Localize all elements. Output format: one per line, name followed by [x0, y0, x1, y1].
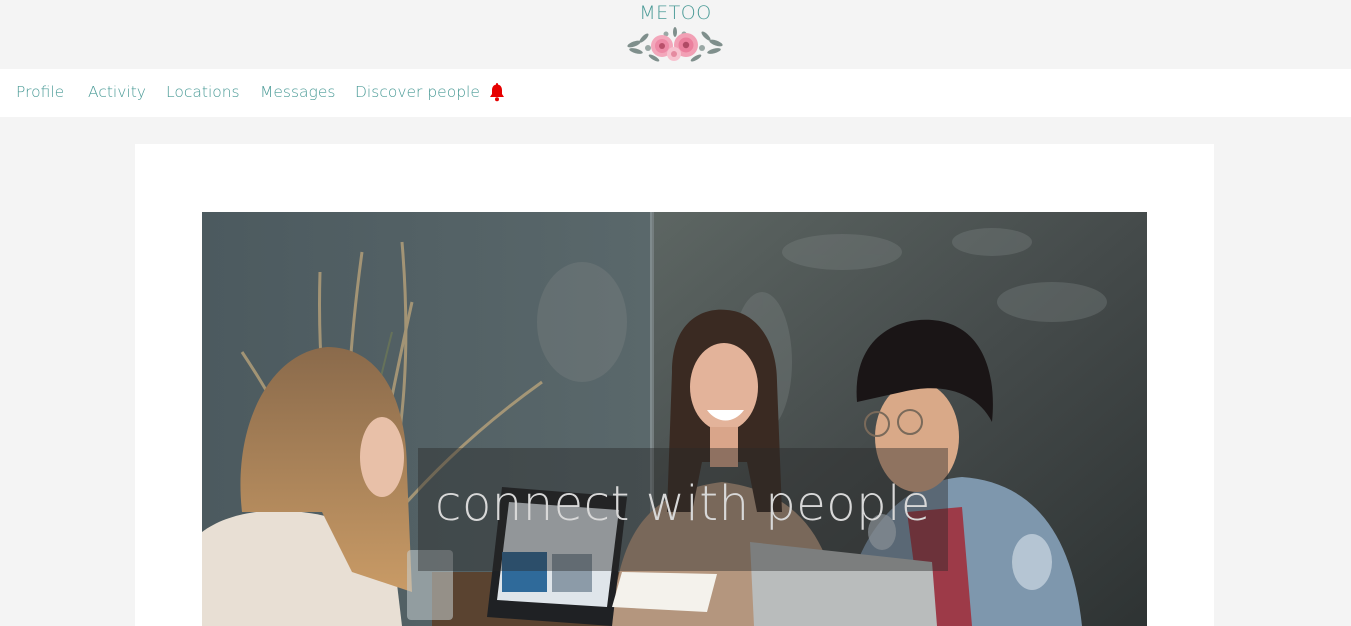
hero-banner: connect with people [202, 212, 1147, 626]
nav-item-profile[interactable]: Profile [16, 83, 64, 101]
hero-overlay: connect with people [418, 448, 948, 571]
nav-item-locations[interactable]: Locations [166, 83, 240, 101]
main-navbar: Profile Activity Locations Messages Disc… [0, 69, 1351, 117]
nav-item-activity[interactable]: Activity [88, 83, 146, 101]
top-header: METOO [0, 0, 1351, 69]
nav-item-messages[interactable]: Messages [260, 83, 335, 101]
hero-tagline: connect with people [435, 476, 931, 532]
nav-item-discover-people[interactable]: Discover people [355, 83, 480, 101]
bell-icon[interactable] [488, 83, 506, 103]
flower-logo-icon [627, 27, 723, 62]
brand-title[interactable]: METOO [0, 0, 1351, 24]
